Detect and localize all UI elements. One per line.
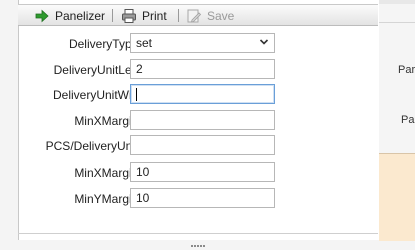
arrow-right-icon <box>35 9 49 22</box>
right-side-panel: Par Pa <box>379 0 415 241</box>
form-row-delivery-unit-wid: DeliveryUnitWid : <box>18 84 378 106</box>
panelizer-button[interactable]: Panelizer <box>34 7 105 24</box>
min-y-margin-input[interactable]: 10 <box>130 188 275 208</box>
save-button[interactable]: Save <box>186 7 234 24</box>
delivery-unit-wid-input[interactable] <box>130 84 275 104</box>
toolbar: Panelizer Print Save <box>18 4 378 26</box>
panelizer-label: Panelizer <box>55 8 106 23</box>
pcs-delivery-unit-input[interactable] <box>130 135 275 155</box>
form-row-min-x-margin: MinXMargin : <box>18 110 378 132</box>
save-edit-icon <box>187 9 202 23</box>
print-label: Print <box>142 8 167 23</box>
right-panel-label-2: Pa <box>401 114 415 126</box>
print-button[interactable]: Print <box>121 7 167 24</box>
min-x-margin-input[interactable] <box>130 110 275 130</box>
printer-icon <box>122 8 136 23</box>
form-row-min-x-margin-2: MinXMargin : 10 <box>18 162 378 184</box>
form-row-delivery-type: DeliveryType : set <box>18 33 378 55</box>
chevron-down-icon <box>259 39 269 45</box>
toolbar-separator <box>112 9 113 22</box>
delivery-unit-len-input[interactable]: 2 <box>130 59 275 79</box>
delivery-type-value: set <box>136 36 153 50</box>
panel-bottom-border <box>18 233 378 234</box>
text-cursor <box>136 88 137 102</box>
right-panel-label-1: Par <box>398 64 415 76</box>
right-panel-preview-area <box>379 153 415 241</box>
form-row-pcs-delivery-unit: PCS/DeliveryUnit : <box>18 135 378 157</box>
min-x-margin-2-input[interactable]: 10 <box>130 162 275 182</box>
right-panel-divider <box>379 22 415 23</box>
toolbar-separator <box>178 9 179 22</box>
form-row-min-y-margin: MinYMargin : 10 <box>18 188 378 210</box>
save-label: Save <box>207 8 235 23</box>
form-row-delivery-unit-len: DeliveryUnitLen : 2 <box>18 59 378 81</box>
delivery-type-select[interactable]: set <box>130 33 275 53</box>
resize-handle[interactable] <box>191 236 207 247</box>
